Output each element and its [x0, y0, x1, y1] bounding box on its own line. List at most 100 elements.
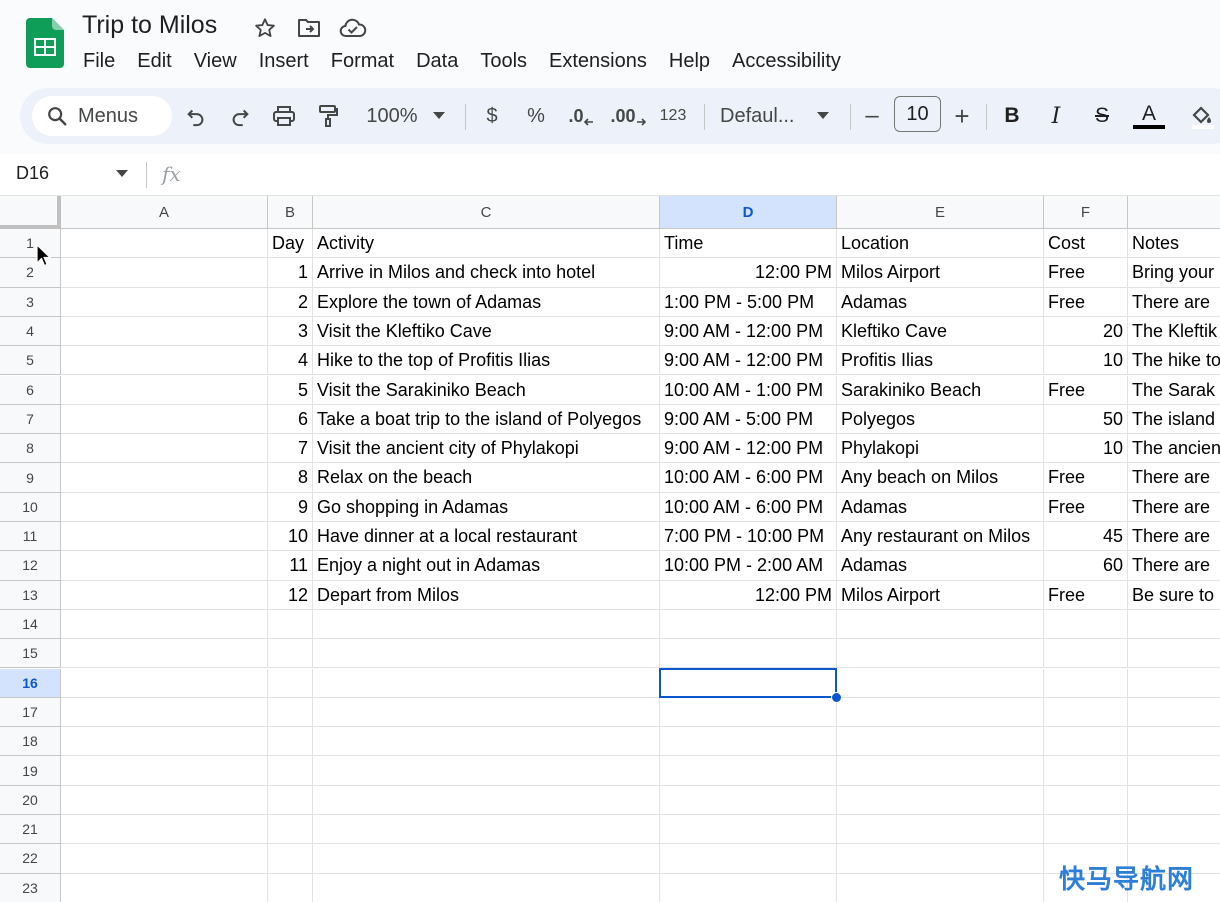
cell[interactable] [268, 668, 313, 698]
menu-help[interactable]: Help [658, 48, 721, 74]
column-header-g[interactable] [1128, 196, 1220, 229]
cell[interactable]: Milos Airport [837, 258, 1044, 288]
row-header-8[interactable]: 8 [0, 434, 61, 464]
cell[interactable] [1044, 668, 1128, 698]
increase-decimal-button[interactable]: .00 [608, 96, 648, 136]
cell[interactable]: 11 [268, 551, 313, 581]
cell[interactable] [660, 639, 837, 669]
column-header-d[interactable]: D [660, 196, 837, 229]
cell[interactable] [313, 697, 660, 728]
fill-handle[interactable] [831, 691, 842, 703]
row-header-16[interactable]: 16 [0, 668, 61, 698]
cell[interactable] [837, 697, 1044, 728]
cell[interactable]: Free [1044, 492, 1128, 522]
cell[interactable] [268, 873, 313, 902]
zoom-chevron-down-icon[interactable] [428, 96, 450, 136]
cell[interactable]: Sarakiniko Beach [837, 375, 1044, 405]
cell[interactable] [1128, 610, 1220, 640]
cell[interactable]: 50 [1044, 404, 1128, 435]
cell[interactable] [837, 844, 1044, 874]
font-chevron-down-icon[interactable] [812, 96, 834, 136]
strikethrough-button[interactable]: S [1088, 96, 1116, 136]
menu-edit[interactable]: Edit [126, 48, 182, 74]
cell[interactable]: Take a boat trip to the island of Polyeg… [313, 404, 660, 435]
cell[interactable]: 12 [268, 580, 313, 610]
spreadsheet-grid[interactable]: A B C D E F 1 Day Activity Time Location Cost Notes 2… [0, 196, 1220, 902]
cell[interactable] [61, 580, 268, 610]
cell[interactable]: Milos Airport [837, 580, 1044, 610]
cell[interactable]: Have dinner at a local restaurant [313, 522, 660, 552]
cell[interactable]: 10 [268, 522, 313, 552]
undo-icon[interactable] [180, 96, 212, 136]
row-header-22[interactable]: 22 [0, 844, 61, 874]
percent-format-button[interactable]: % [522, 96, 550, 136]
cell[interactable] [837, 727, 1044, 757]
cell[interactable]: Any restaurant on Milos [837, 522, 1044, 552]
cell[interactable] [61, 668, 268, 698]
cell[interactable] [268, 697, 313, 728]
row-header-15[interactable]: 15 [0, 639, 61, 669]
cell[interactable] [1044, 697, 1128, 728]
text-color-button[interactable]: A [1132, 96, 1166, 136]
cell[interactable] [61, 609, 268, 640]
cell[interactable] [660, 844, 837, 874]
cell[interactable]: Phylakopi [837, 434, 1044, 464]
menu-insert[interactable]: Insert [248, 48, 320, 74]
cell[interactable] [837, 873, 1044, 902]
row-header-6[interactable]: 6 [0, 375, 61, 405]
cell[interactable] [313, 785, 660, 815]
column-header-c[interactable]: C [313, 196, 660, 229]
cloud-saved-icon[interactable] [338, 14, 368, 42]
sheets-logo-icon[interactable] [26, 18, 64, 68]
cell[interactable]: 1:00 PM - 5:00 PM [660, 287, 837, 317]
row-header-17[interactable]: 17 [0, 697, 61, 728]
cell[interactable] [61, 551, 268, 581]
cell[interactable] [313, 727, 660, 757]
cell[interactable]: The island [1128, 405, 1220, 435]
cell[interactable] [313, 668, 660, 698]
cell[interactable]: Enjoy a night out in Adamas [313, 551, 660, 581]
move-folder-icon[interactable] [294, 14, 324, 42]
cell[interactable] [1128, 815, 1220, 845]
cell[interactable]: 9 [268, 492, 313, 522]
cell[interactable] [61, 815, 268, 845]
menu-file[interactable]: File [72, 48, 126, 74]
row-header-19[interactable]: 19 [0, 756, 61, 786]
cell[interactable] [660, 785, 837, 815]
cell[interactable]: 3 [268, 316, 313, 347]
name-box[interactable]: D16 [16, 163, 49, 184]
cell[interactable]: There are [1128, 522, 1220, 552]
cell[interactable]: Free [1044, 463, 1128, 493]
row-header-13[interactable]: 13 [0, 580, 61, 610]
cell[interactable]: 9:00 AM - 12:00 PM [660, 316, 837, 347]
cell[interactable]: The hike to [1128, 346, 1220, 376]
cell[interactable] [61, 639, 268, 669]
cell[interactable]: Time [660, 229, 837, 259]
cell[interactable]: Polyegos [837, 404, 1044, 435]
cell[interactable] [1044, 609, 1128, 640]
cell[interactable]: 10:00 AM - 6:00 PM [660, 463, 837, 493]
cell[interactable] [313, 609, 660, 640]
font-family-select[interactable]: Defaul... [720, 96, 802, 136]
cell[interactable] [660, 609, 837, 640]
cell[interactable] [1044, 785, 1128, 815]
row-header-21[interactable]: 21 [0, 815, 61, 845]
cell[interactable] [1128, 639, 1220, 669]
cell[interactable] [61, 463, 268, 493]
cell[interactable] [1128, 669, 1220, 698]
document-title[interactable]: Trip to Milos [82, 11, 217, 40]
cell[interactable]: Be sure to [1128, 581, 1220, 610]
cell[interactable] [61, 316, 268, 347]
cell[interactable]: Kleftiko Cave [837, 316, 1044, 347]
cell[interactable] [61, 258, 268, 288]
cell[interactable] [268, 727, 313, 757]
cell[interactable] [837, 609, 1044, 640]
cell[interactable] [61, 287, 268, 317]
cell[interactable] [61, 522, 268, 552]
cell[interactable]: 6 [268, 404, 313, 435]
cell[interactable]: Adamas [837, 492, 1044, 522]
cell[interactable] [660, 873, 837, 902]
cell[interactable]: 12:00 PM [660, 580, 837, 610]
cell[interactable]: 10:00 AM - 6:00 PM [660, 492, 837, 522]
column-header-f[interactable]: F [1044, 196, 1128, 229]
